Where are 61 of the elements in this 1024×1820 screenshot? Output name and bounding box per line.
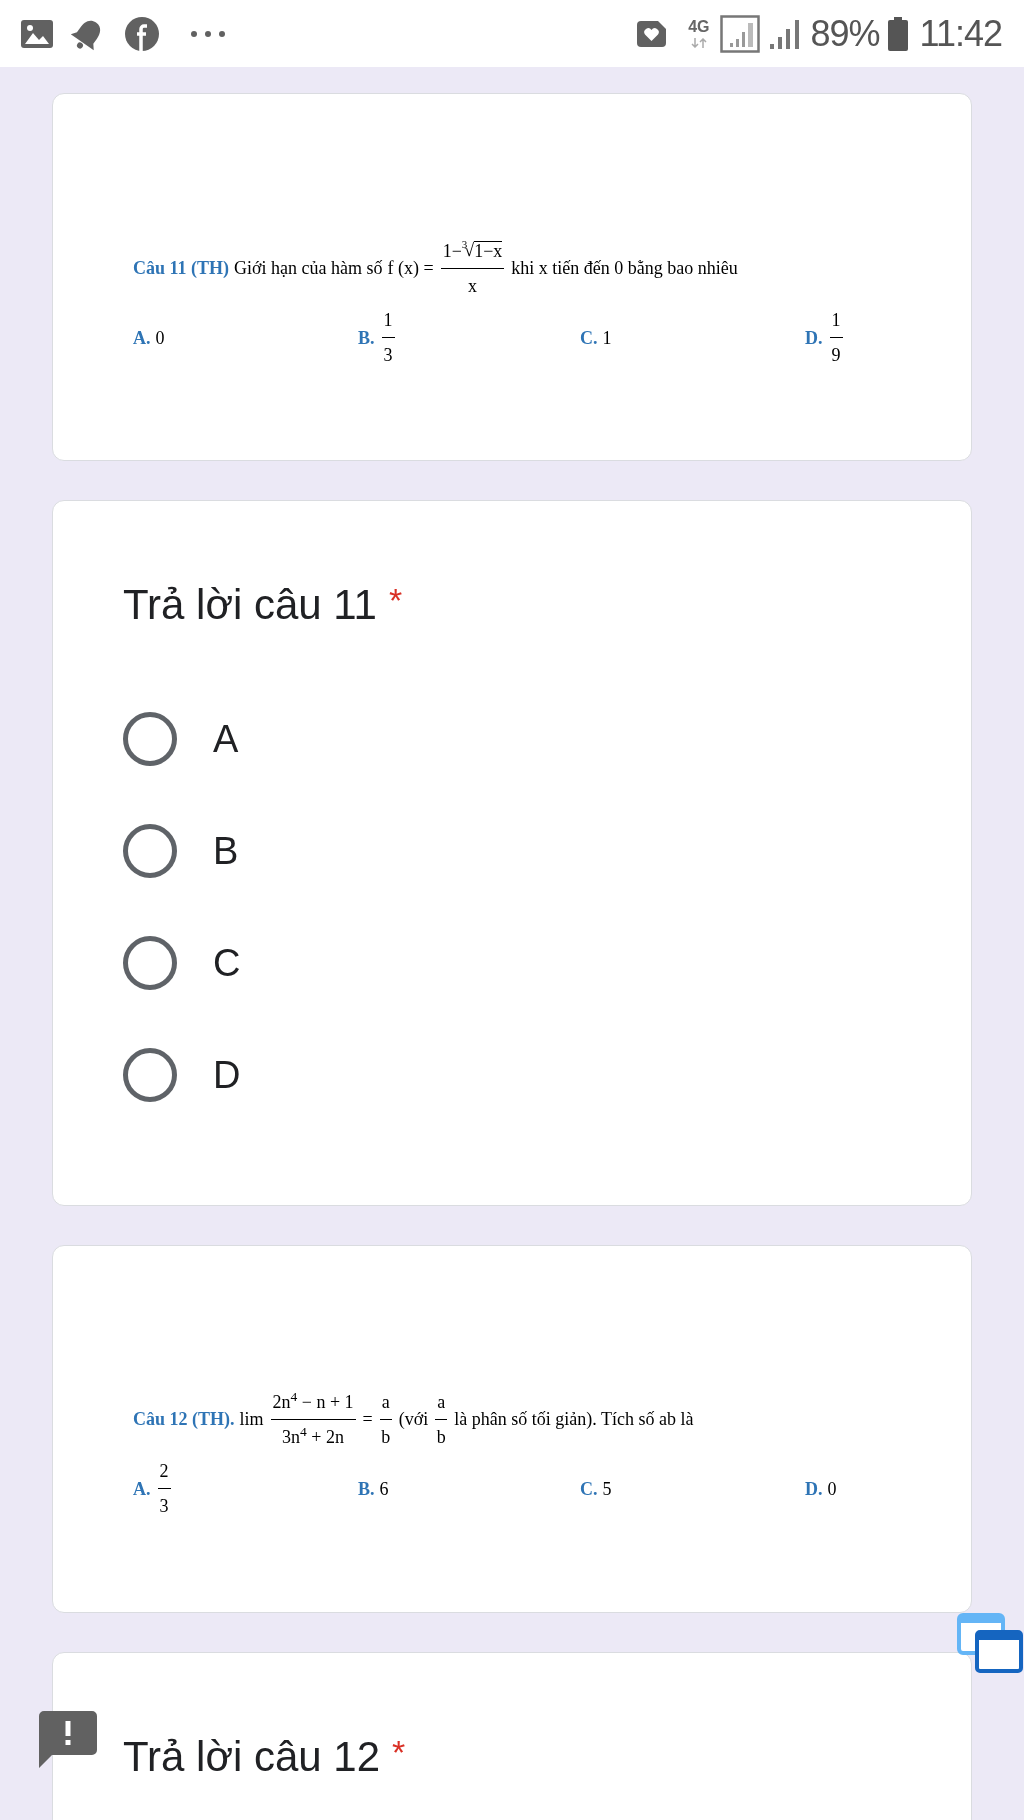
fraction-numerator: 2n$^{4}$ − n + 1 (272, 1392, 354, 1413)
overlapping-windows-icon[interactable] (957, 1613, 1023, 1673)
radio-icon[interactable] (123, 936, 177, 991)
fraction-denominator: b (436, 1426, 446, 1448)
question-text: = (362, 1409, 373, 1431)
fraction-denominator: x (468, 275, 477, 297)
option-value: 5 (602, 1478, 612, 1500)
network-type: 4G (688, 19, 710, 35)
question-title: Trả lời câu 11 (123, 580, 377, 630)
option-letter: C. (580, 327, 598, 349)
radio-icon[interactable] (123, 712, 177, 767)
data-arrows-icon (690, 38, 707, 48)
signal-icon (767, 17, 801, 50)
question-text: (với (398, 1409, 429, 1431)
radio-icon[interactable] (123, 1048, 177, 1103)
question-number: Câu 12 (TH). (133, 1409, 235, 1431)
image-icon (20, 18, 54, 49)
signal-box-icon (719, 14, 760, 53)
option-letter: A. (133, 1478, 151, 1500)
fraction-denominator: b (381, 1426, 391, 1448)
exclamation-bubble-icon[interactable] (39, 1711, 97, 1768)
radio-icon[interactable] (123, 824, 177, 879)
option-value: 0 (155, 327, 165, 349)
option-letter: D. (805, 327, 823, 349)
radio-option[interactable]: D (123, 1048, 241, 1103)
fraction-numerator: 2 (159, 1461, 169, 1483)
fraction-numerator: 1− (442, 241, 462, 262)
required-asterisk: * (392, 1732, 406, 1773)
radio-option[interactable]: C (123, 936, 241, 991)
question-text: là phân số tối giản). Tích số ab là (454, 1409, 694, 1431)
more-icon (190, 29, 227, 38)
fraction-numerator: a (381, 1392, 390, 1413)
fraction-denominator: 3n$^{4}$ + 2n (282, 1426, 344, 1448)
option-letter: B. (358, 327, 375, 349)
question-title: Trả lời câu 12 (123, 1732, 381, 1782)
fraction-numerator: 1 (383, 310, 393, 332)
circle-f-icon (125, 16, 159, 51)
required-asterisk: * (388, 580, 403, 621)
question-text: lim (239, 1409, 264, 1431)
fraction-denominator: 3 (159, 1496, 169, 1517)
option-value: 1 (602, 327, 612, 349)
question-text: f (x) = (387, 257, 434, 279)
radio-option[interactable]: B (123, 824, 239, 879)
option-letter: D. (805, 1478, 823, 1500)
option-letter: C. (580, 1478, 598, 1500)
option-value: 6 (379, 1478, 389, 1500)
question-text: khi x tiến đến 0 bằng bao nhiêu (511, 257, 738, 279)
battery-percentage: 89% (810, 15, 880, 52)
fraction-denominator: 3 (383, 345, 393, 366)
heart-card-icon (637, 20, 667, 47)
fraction-denominator: 9 (831, 345, 841, 366)
fraction-numerator: a (437, 1392, 446, 1413)
option-letter: A. (133, 327, 151, 349)
fraction-numerator: 1 (831, 310, 841, 332)
clock-time: 11:42 (919, 15, 1002, 52)
question-text: Giới hạn của hàm số (234, 257, 383, 279)
radio-option[interactable]: A (123, 712, 239, 767)
battery-icon (887, 16, 908, 51)
question-number: Câu 11 (TH) (133, 257, 229, 279)
option-value: 0 (827, 1478, 837, 1500)
option-letter: B. (358, 1478, 375, 1500)
